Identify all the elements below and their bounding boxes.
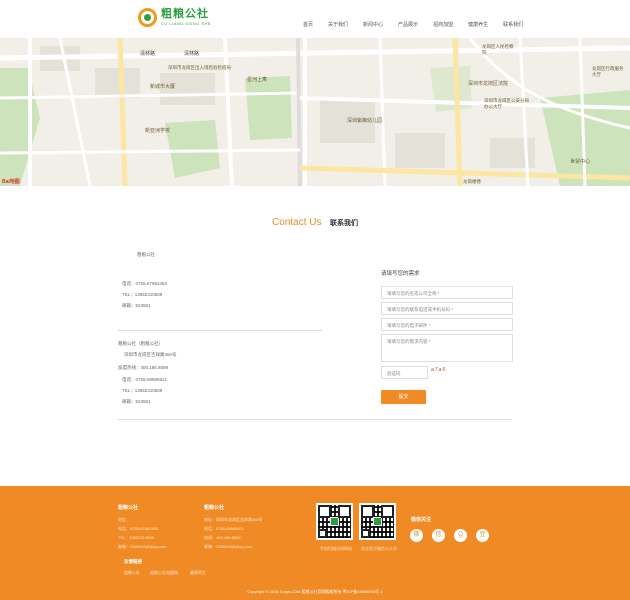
nav-health[interactable]: 健康养生	[468, 21, 488, 28]
map-label-road: 清林路	[184, 51, 200, 57]
office2-name: 粗粮公社（粗粮公社）	[118, 341, 163, 346]
captcha-image[interactable]: a7a6	[431, 367, 455, 377]
copyright: Copyright © 2016 Culgs.COM 粗粮公社官网版权所有 粤I…	[247, 589, 383, 594]
friend-link[interactable]: 粗粮公社	[124, 570, 140, 576]
nav-contact[interactable]: 联系我们	[503, 21, 523, 28]
company-field[interactable]: 请填写您的名或公司全称 *	[381, 286, 513, 299]
map-label-poi: 星河上寓	[247, 77, 268, 83]
wechat-qr-code	[359, 503, 396, 540]
logo-title: 粗粮公社	[161, 8, 209, 20]
footer-col2-line: 邮箱：2380518(8@qq.com	[204, 544, 253, 549]
location-map[interactable]: 清林路 清林路 深圳市龙岗区出入境检验检疫局 新城市大厦 星河上寓 新亚洲学校 …	[0, 38, 630, 186]
map-label-poi: 深圳市龙岗区法院	[468, 81, 509, 87]
map-label-poi: 新亚洲学校	[145, 128, 171, 134]
friend-link[interactable]: 健康养生	[190, 570, 206, 576]
nav-franchise[interactable]: 招商加盟	[433, 21, 453, 28]
footer-col2-heading: 粗粮公社	[204, 505, 225, 511]
footer-col1-line: 邮箱：2380518(8@qq.com	[118, 544, 167, 549]
office2-email: 邮箱：523681	[122, 399, 151, 404]
office1-tel: TEL：13652310559	[122, 292, 163, 297]
map-label-poi: 龙岗区行政服务大厅	[592, 66, 624, 77]
map-canvas	[0, 38, 630, 186]
footer-col1-heading: 粗粮公社	[118, 505, 139, 511]
footer-col2-line: 电话：0755-89985821	[204, 526, 245, 531]
header: 粗粮公社 CU LIANG GONG SHE 首页 关于我们 新闻中心 产品展示…	[0, 0, 630, 38]
email-field[interactable]: 请填写您的电子邮件 *	[381, 318, 513, 331]
map-label-poi: 新城市大厦	[150, 84, 176, 90]
footer-col2-line: 地址：深圳市龙岗区吉祥路360号	[204, 517, 263, 522]
map-brand-logo: Bai地图	[2, 179, 20, 185]
divider	[118, 330, 322, 331]
phone-field[interactable]: 请填写您的联系电话或手机号码 *	[381, 302, 513, 315]
submit-button[interactable]: 提交	[381, 390, 426, 404]
friend-link[interactable]: 粗粮公社加盟网	[150, 570, 178, 576]
friend-links-heading: 友情链接	[124, 559, 142, 564]
logo[interactable]: 粗粮公社 CU LIANG GONG SHE	[138, 8, 211, 27]
map-label-road: 龙岗楼巷	[463, 179, 481, 184]
map-label-poi: 深圳紫薇幼儿园	[347, 118, 383, 124]
qr2-caption: 关注官方微信公众号	[361, 546, 397, 551]
footer: 粗粮公社 地址： 电话：0755-87862453 TEL：1365231055…	[0, 486, 630, 600]
map-label-poi: 深圳市龙岗区出入境检验检疫局	[168, 65, 231, 70]
qq-icon[interactable]: Q	[454, 529, 467, 542]
office2-address: 深圳市龙岗区吉祥路360号	[124, 352, 177, 357]
office2-phone: 电话：0755-89985821	[122, 377, 168, 382]
map-label-poi: 深圳市龙岗区公安分局办公大厅	[484, 98, 529, 109]
footer-col1-line: 电话：0755-87862453	[118, 526, 159, 531]
form-title: 请填写您的需求	[381, 271, 420, 277]
office2-tel: TEL：13652310559	[122, 388, 163, 393]
logo-subtitle: CU LIANG GONG SHE	[161, 21, 212, 26]
logo-icon	[138, 8, 157, 27]
qr1-caption: 手机扫描访问网站	[320, 546, 352, 551]
follow-heading: 微信关注	[411, 517, 432, 523]
douban-icon[interactable]: 豆	[476, 529, 489, 542]
map-label-poi: 世贸中心	[570, 159, 591, 165]
captcha-input[interactable]: 验证码	[381, 366, 428, 379]
contact-heading: Contact Us 联系我们	[0, 212, 630, 230]
main-nav: 首页 关于我们 新闻中心 产品展示 招商加盟 健康养生 联系我们	[303, 21, 538, 28]
message-field[interactable]: 请填写您的需求内容 *	[381, 334, 513, 362]
contact-title-zh: 联系我们	[329, 220, 358, 227]
contact-title-en: Contact Us	[272, 217, 322, 228]
wechat-icon[interactable]: 信	[432, 529, 445, 542]
nav-products[interactable]: 产品展示	[398, 21, 418, 28]
office1-name: 粗粮公社	[137, 252, 155, 257]
map-label-poi: 龙岗区人民检察院	[482, 44, 514, 55]
website-qr-code	[316, 503, 353, 540]
nav-home[interactable]: 首页	[303, 21, 313, 28]
nav-news[interactable]: 新闻中心	[363, 21, 383, 28]
office2-hotline: 加盟热线：400.185.8599	[118, 365, 169, 370]
office1-email: 邮箱：523681	[122, 303, 151, 308]
nav-about[interactable]: 关于我们	[328, 21, 348, 28]
divider	[118, 419, 512, 420]
map-label-road: 清林路	[140, 51, 156, 57]
weibo-icon[interactable]: 微	[410, 529, 423, 542]
footer-col2-line: 热线：400.185.8599	[204, 535, 241, 540]
office1-phone: 电话：0755-87862453	[122, 281, 168, 286]
footer-col1-line: TEL：13652310559	[118, 535, 154, 540]
footer-col1-line: 地址：	[118, 517, 130, 522]
